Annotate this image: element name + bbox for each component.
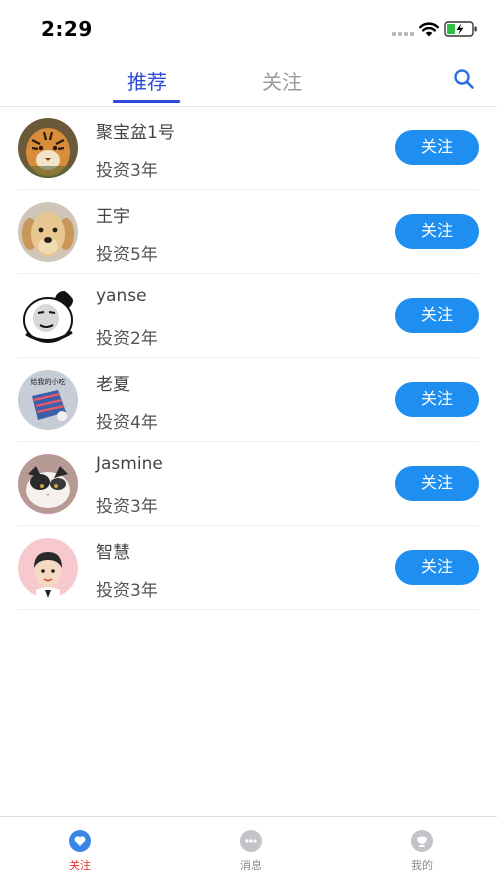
status-bar: 2:29: [0, 0, 497, 56]
tab-recommend[interactable]: 推荐: [127, 66, 167, 95]
follow-button[interactable]: 关注: [395, 550, 479, 585]
user-list: 聚宝盆1号 投资3年 关注 王宇 投资5年 关注 yanse 投资2年 关注 给…: [0, 106, 497, 610]
cellular-signal-icon: [392, 32, 414, 36]
dog-avatar[interactable]: [18, 202, 78, 262]
user-name: yanse: [96, 286, 147, 306]
bottom-tab-bar: 关注 消息 我的: [0, 816, 497, 883]
cat-avatar[interactable]: [18, 454, 78, 514]
list-item: Jasmine 投资3年 关注: [0, 442, 497, 526]
investment-years: 投资3年: [96, 581, 158, 601]
tabbar-label: 消息: [240, 859, 262, 872]
tiger-avatar[interactable]: [18, 118, 78, 178]
user-name: 智慧: [96, 543, 130, 563]
list-item: 王宇 投资5年 关注: [0, 190, 497, 274]
list-item: 给我的小吃 老夏 投资4年 关注: [0, 358, 497, 442]
user-name: 聚宝盆1号: [96, 123, 175, 143]
tabbar-label: 关注: [69, 859, 91, 872]
list-item: 智慧 投资3年 关注: [0, 526, 497, 610]
tabbar-item-follow[interactable]: 关注: [50, 829, 110, 873]
list-item: yanse 投资2年 关注: [0, 274, 497, 358]
investment-years: 投资2年: [96, 329, 158, 349]
tab-follow[interactable]: 关注: [262, 66, 302, 95]
follow-button[interactable]: 关注: [395, 214, 479, 249]
investment-years: 投资4年: [96, 413, 158, 433]
tabbar-item-profile[interactable]: 我的: [392, 829, 452, 873]
active-tab-indicator: [113, 100, 180, 103]
investment-years: 投资3年: [96, 161, 158, 181]
follow-button[interactable]: 关注: [395, 466, 479, 501]
profile-bubble-icon: [411, 830, 433, 852]
status-time: 2:29: [41, 17, 93, 41]
follow-button[interactable]: 关注: [395, 298, 479, 333]
top-tabs: 推荐 关注: [0, 56, 497, 106]
avatar-caption: 给我的小吃: [31, 377, 66, 386]
chat-bubble-icon: [240, 830, 262, 852]
heart-bubble-icon: [69, 830, 91, 852]
investment-years: 投资3年: [96, 497, 158, 517]
illustration-avatar[interactable]: 给我的小吃: [18, 370, 78, 430]
user-name: 王宇: [96, 207, 130, 227]
wifi-icon: [419, 22, 439, 37]
user-name: 老夏: [96, 375, 130, 395]
tabbar-label: 我的: [411, 859, 433, 872]
cartoon-man-avatar[interactable]: [18, 538, 78, 598]
battery-charging-icon: [444, 21, 477, 37]
list-item: 聚宝盆1号 投资3年 关注: [0, 106, 497, 190]
follow-button[interactable]: 关注: [395, 130, 479, 165]
follow-button[interactable]: 关注: [395, 382, 479, 417]
tabbar-item-messages[interactable]: 消息: [221, 829, 281, 873]
search-icon[interactable]: [453, 68, 475, 90]
panda-meme-avatar[interactable]: [18, 286, 78, 346]
user-name: Jasmine: [96, 454, 163, 474]
investment-years: 投资5年: [96, 245, 158, 265]
